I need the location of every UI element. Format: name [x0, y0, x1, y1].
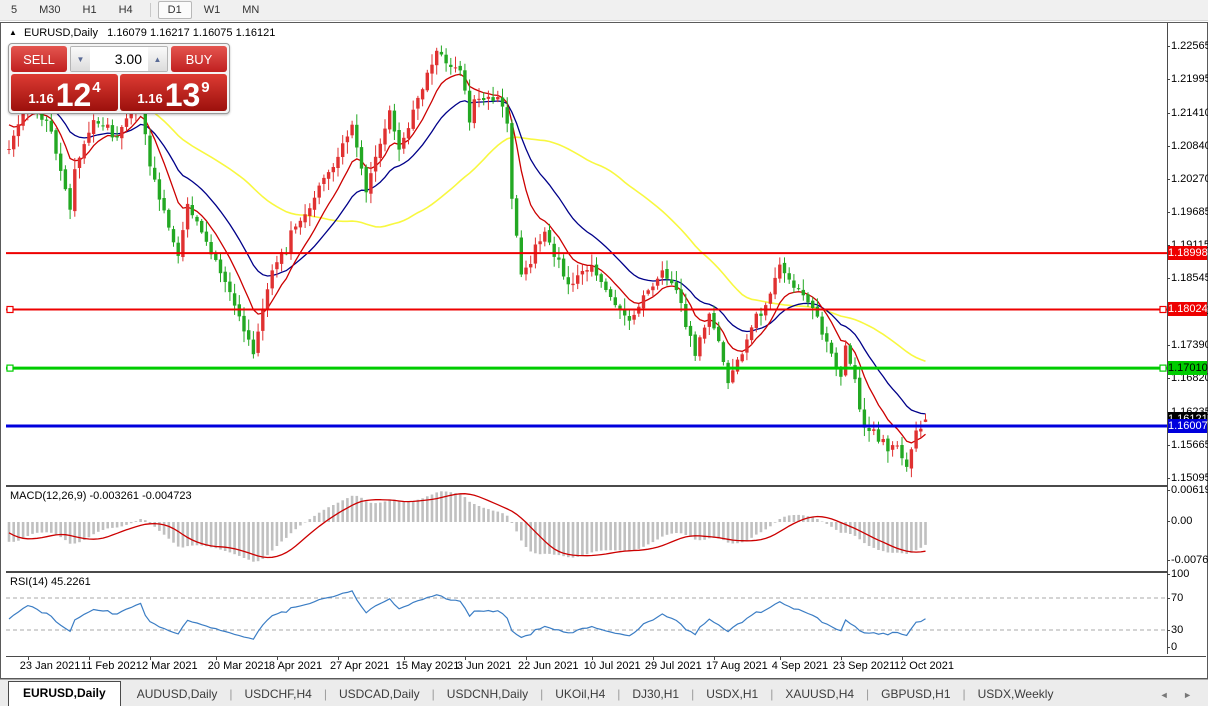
- timeframe-button-m30[interactable]: M30: [29, 1, 70, 19]
- date-axis-label: 2 Mar 2021: [142, 660, 198, 672]
- timeframe-button-h1[interactable]: H1: [73, 1, 107, 19]
- price-axis-tick: 1.22565: [1171, 40, 1208, 52]
- level-price-label: 1.16007: [1168, 419, 1207, 433]
- macd-axis-tick: 0.00: [1171, 515, 1192, 527]
- price-axis-tick: 1.17390: [1171, 339, 1208, 351]
- date-axis-label: 17 Aug 2021: [706, 660, 768, 672]
- chart-window[interactable]: ▲ EURUSD,Daily 1.16079 1.16217 1.16075 1…: [0, 22, 1208, 679]
- date-axis-label: 12 Oct 2021: [894, 660, 954, 672]
- price-axis-tick: 1.15095: [1171, 472, 1208, 484]
- date-axis-label: 10 Jul 2021: [584, 660, 641, 672]
- chart-tab-eurusd[interactable]: EURUSD,Daily: [8, 681, 121, 706]
- date-axis-label: 11 Feb 2021: [81, 660, 142, 672]
- price-axis-tick: 1.18545: [1171, 272, 1208, 284]
- rsi-axis-tick: 30: [1171, 624, 1183, 636]
- price-axis[interactable]: 1.22565 1.21995 1.21410 1.20840 1.20270 1.196…: [1167, 23, 1207, 654]
- one-click-trading-widget: SELL ▼ ▲ BUY 1.16124 1.16139: [8, 43, 230, 114]
- date-axis-label: 23 Jan 2021: [20, 660, 81, 672]
- chart-tab-gbpusd[interactable]: GBPUSD,H1: [869, 683, 962, 706]
- chart-tab-ukoil[interactable]: UKOil,H4: [543, 683, 617, 706]
- toolbar-separator: [150, 3, 151, 17]
- date-axis-label: 20 Mar 2021: [208, 660, 270, 672]
- chart-tab-usdcad[interactable]: USDCAD,Daily: [327, 683, 432, 706]
- timeframe-button-5[interactable]: 5: [1, 1, 27, 19]
- chart-tab-audusd[interactable]: AUDUSD,Daily: [125, 683, 230, 706]
- mt4-terminal: 5M30H1H4 D1W1MN ▲ EURUSD,Daily 1.16079 1.…: [0, 0, 1208, 711]
- chart-tab-bar: EURUSD,DailyAUDUSD,Daily|USDCHF,H4|USDCA…: [0, 679, 1208, 706]
- price-axis-tick: 1.15665: [1171, 439, 1208, 451]
- price-axis-tick: 1.20270: [1171, 173, 1208, 185]
- rsi-plot: [6, 573, 1167, 656]
- timeframe-button-w1[interactable]: W1: [194, 1, 231, 19]
- chart-tab-usdx[interactable]: USDX,H1: [694, 683, 770, 706]
- rsi-label: RSI(14) 45.2261: [10, 576, 91, 588]
- rsi-panel[interactable]: RSI(14) 45.2261: [6, 571, 1167, 658]
- volume-input[interactable]: [90, 47, 148, 71]
- date-axis-label: 23 Sep 2021: [833, 660, 895, 672]
- timeframe-button-d1[interactable]: D1: [158, 1, 192, 19]
- level-price-label: 1.17010: [1168, 361, 1207, 375]
- timeframe-button-h4[interactable]: H4: [109, 1, 143, 19]
- price-axis-tick: 1.20840: [1171, 140, 1208, 152]
- date-axis-label: 22 Jun 2021: [518, 660, 579, 672]
- level-price-label: 1.18998: [1168, 246, 1207, 260]
- timeframe-button-mn[interactable]: MN: [232, 1, 269, 19]
- chart-tab-usdx[interactable]: USDX,Weekly: [966, 683, 1066, 706]
- volume-decrease-button[interactable]: ▼: [71, 47, 90, 71]
- chart-tab-usdcnh[interactable]: USDCNH,Daily: [435, 683, 540, 706]
- timeframe-toolbar: 5M30H1H4 D1W1MN: [0, 0, 1208, 21]
- level-price-label: 1.18024: [1168, 302, 1207, 316]
- sell-price-display[interactable]: 1.16124: [11, 74, 118, 111]
- date-axis[interactable]: 23 Jan 202111 Feb 20212 Mar 2021 20 Mar 2…: [6, 656, 1206, 677]
- chart-tab-usdchf[interactable]: USDCHF,H4: [233, 683, 324, 706]
- price-axis-tick: 1.19685: [1171, 206, 1208, 218]
- price-axis-tick: 1.21995: [1171, 73, 1208, 85]
- date-axis-label: 29 Jul 2021: [645, 660, 702, 672]
- buy-price-display[interactable]: 1.16139: [120, 74, 227, 111]
- macd-panel[interactable]: MACD(12,26,9) -0.003261 -0.004723: [6, 485, 1167, 571]
- date-axis-label: 8 Apr 2021: [269, 660, 322, 672]
- chart-tab-dj30[interactable]: DJ30,H1: [620, 683, 691, 706]
- sell-button[interactable]: SELL: [11, 46, 67, 72]
- macd-label: MACD(12,26,9) -0.003261 -0.004723: [10, 490, 192, 502]
- tab-scroll-arrows[interactable]: ◄ ►: [1150, 690, 1208, 706]
- date-axis-label: 3 Jun 2021: [457, 660, 511, 672]
- rsi-axis-tick: 100: [1171, 568, 1189, 580]
- volume-control: ▼ ▲: [70, 46, 168, 72]
- date-axis-label: 27 Apr 2021: [330, 660, 389, 672]
- date-axis-label: 15 May 2021: [396, 660, 460, 672]
- macd-axis-tick: 0.006193: [1171, 484, 1208, 496]
- rsi-axis-tick: 0: [1171, 641, 1177, 653]
- date-axis-label: 4 Sep 2021: [772, 660, 828, 672]
- macd-axis-tick: -0.007621: [1171, 554, 1208, 566]
- price-axis-tick: 1.21410: [1171, 107, 1208, 119]
- rsi-axis-tick: 70: [1171, 592, 1183, 604]
- volume-increase-button[interactable]: ▲: [148, 47, 167, 71]
- chart-tab-xauusd[interactable]: XAUUSD,H4: [773, 683, 866, 706]
- buy-button[interactable]: BUY: [171, 46, 227, 72]
